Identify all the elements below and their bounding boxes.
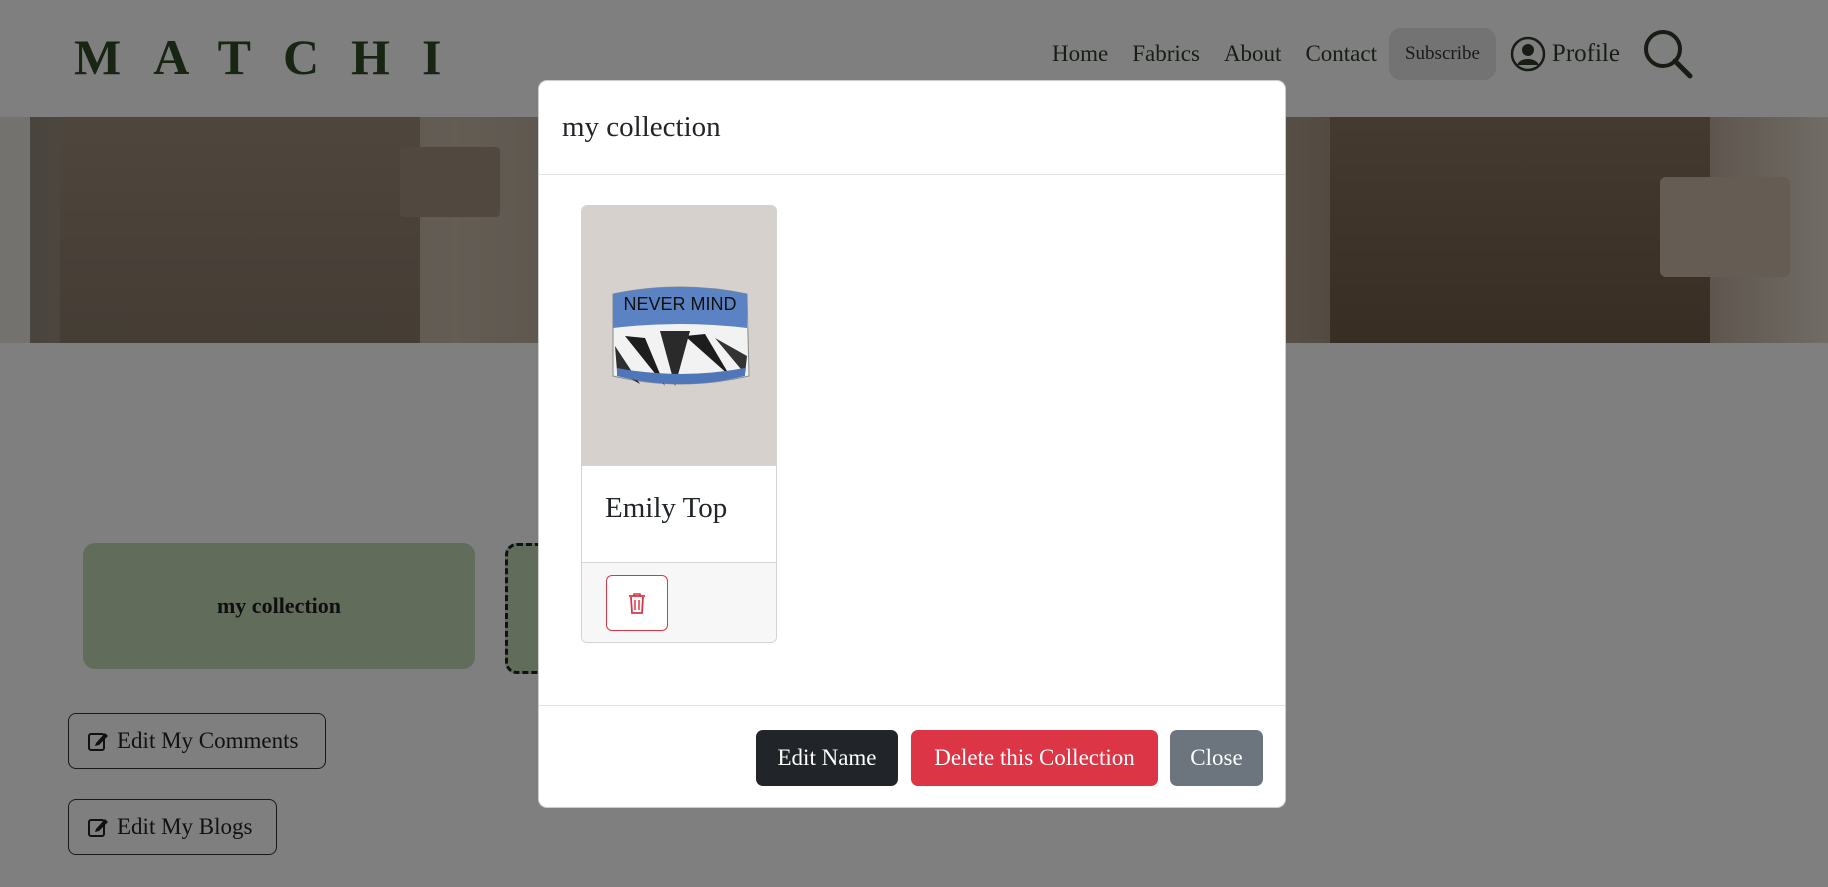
item-name: Emily Top	[605, 492, 728, 524]
modal-body: NEVER MIND Emily Top	[539, 175, 1285, 705]
item-image[interactable]: NEVER MIND	[582, 206, 776, 466]
trash-icon	[629, 593, 645, 614]
collection-modal: my collection NEVER MIND Emily Top Edit …	[538, 80, 1286, 808]
modal-title: my collection	[562, 111, 721, 143]
delete-collection-button[interactable]: Delete this Collection	[911, 730, 1158, 786]
modal-footer: Edit Name Delete this Collection Close	[539, 705, 1285, 808]
collection-item-card[interactable]: NEVER MIND Emily Top	[581, 205, 777, 643]
remove-item-button[interactable]	[606, 575, 668, 631]
item-image-text: NEVER MIND	[623, 294, 736, 314]
close-button[interactable]: Close	[1170, 730, 1263, 786]
item-body: Emily Top	[582, 466, 776, 563]
tube-top-image: NEVER MIND	[612, 286, 750, 386]
item-footer	[582, 563, 776, 642]
modal-header: my collection	[539, 81, 1285, 175]
edit-name-button[interactable]: Edit Name	[756, 730, 898, 786]
